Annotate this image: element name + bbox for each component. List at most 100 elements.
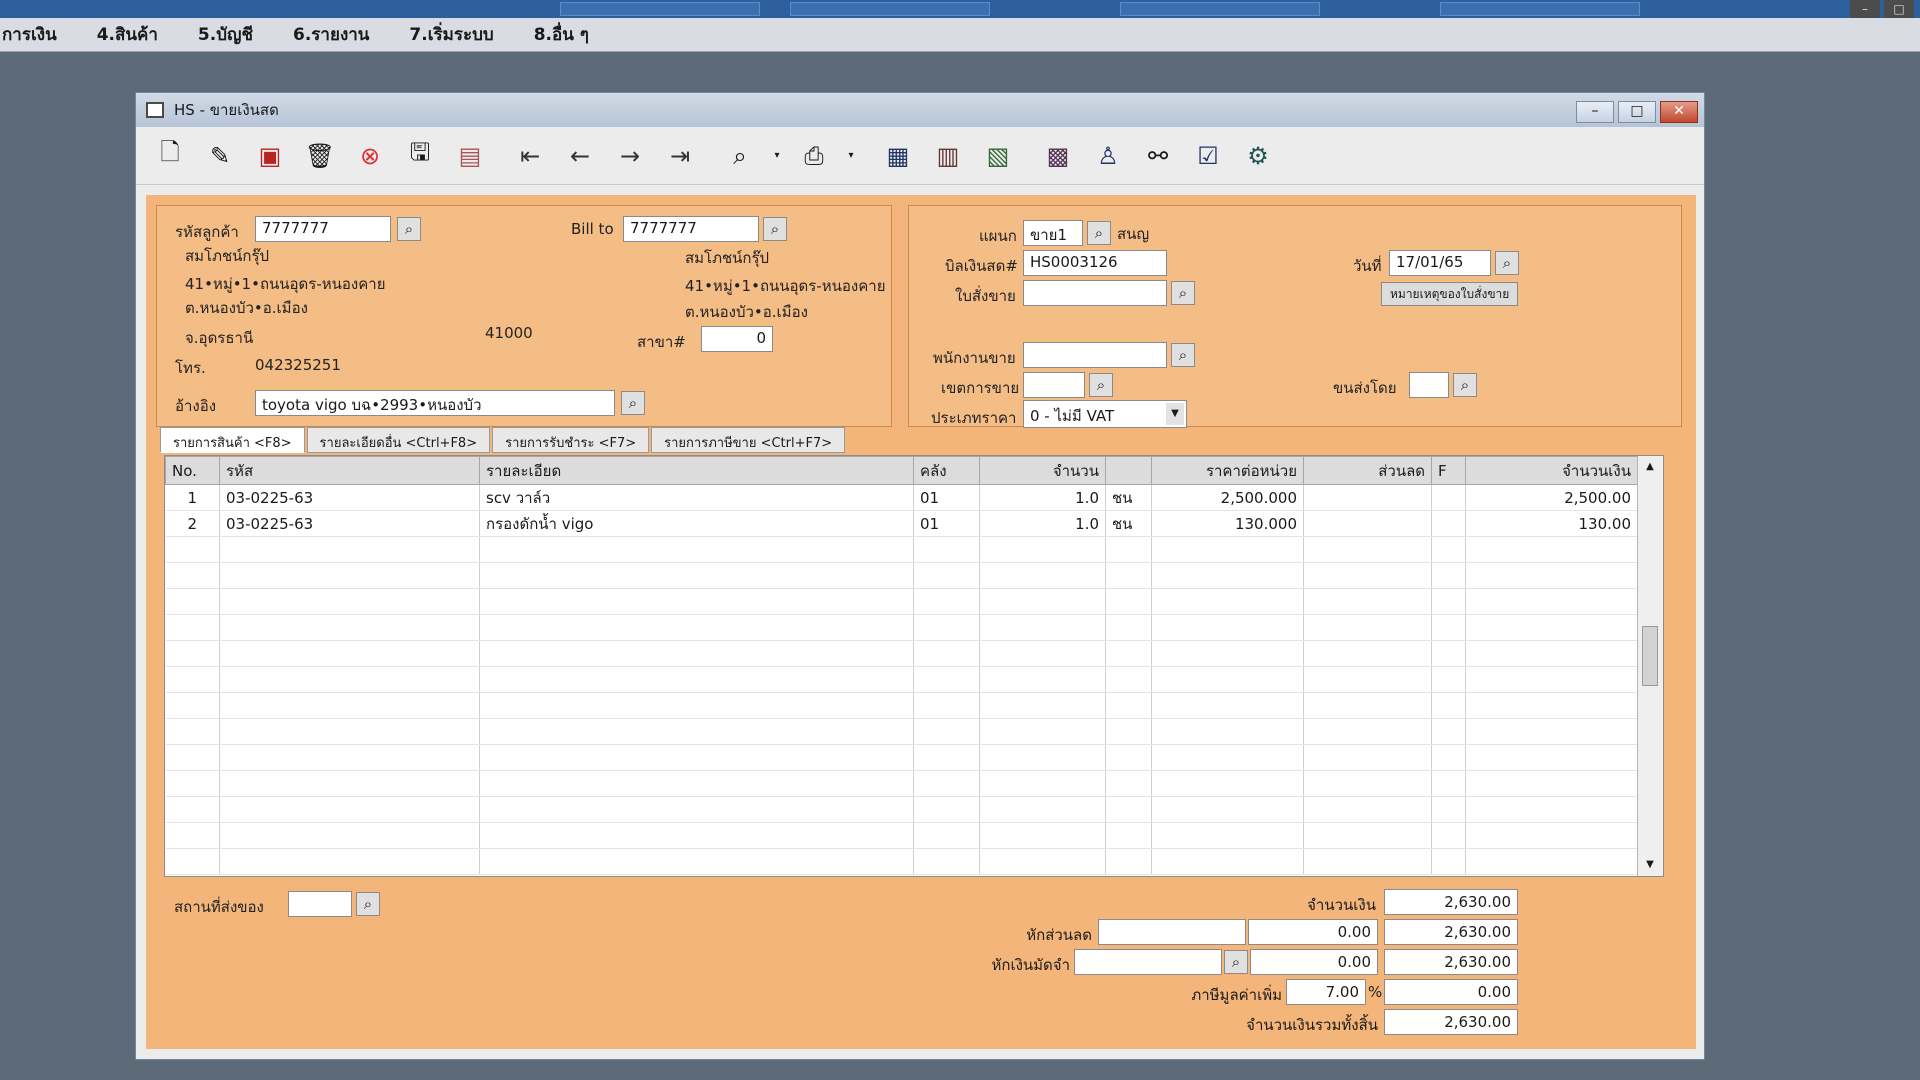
customer-search-icon[interactable]: ⌕ — [397, 217, 421, 241]
col-unit-price[interactable]: ราคาต่อหน่วย — [1151, 456, 1304, 485]
taskbar-item[interactable] — [1440, 2, 1640, 16]
reference-search-icon[interactable]: ⌕ — [621, 391, 645, 415]
tab-other-details[interactable]: รายละเอียดอื่น <Ctrl+F8> — [306, 427, 491, 453]
empty-row[interactable] — [165, 692, 1638, 719]
tab-payments[interactable]: รายการรับชำระ <F7> — [492, 427, 650, 453]
date-input[interactable]: 17/01/65 — [1389, 250, 1491, 276]
approve-icon[interactable]: ♙ — [1090, 138, 1126, 174]
settings-icon[interactable]: ⚙ — [1240, 138, 1276, 174]
empty-row[interactable] — [165, 822, 1638, 849]
row-flag[interactable] — [1431, 484, 1466, 511]
row-description[interactable]: scv วาล์ว — [479, 484, 914, 511]
scroll-thumb[interactable] — [1642, 626, 1658, 686]
app-minimize-button[interactable]: – — [1850, 0, 1880, 18]
col-code[interactable]: รหัส — [219, 456, 480, 485]
customer-code-input[interactable]: 7777777 — [255, 216, 391, 242]
table-row[interactable]: 1 03-0225-63 scv วาล์ว 01 1.0 ชน 2,500.0… — [165, 484, 1638, 511]
tab-sales-tax[interactable]: รายการภาษีขาย <Ctrl+F7> — [651, 427, 846, 453]
window-close-button[interactable]: ✕ — [1660, 101, 1698, 123]
salesman-search-icon[interactable]: ⌕ — [1171, 343, 1195, 367]
search-dropdown-icon[interactable]: ▾ — [772, 150, 782, 161]
col-discount[interactable]: ส่วนลด — [1303, 456, 1432, 485]
confirm-icon[interactable]: ☑ — [1190, 138, 1226, 174]
row-unit-price[interactable]: 2,500.000 — [1151, 484, 1304, 511]
link-icon[interactable]: ⚯ — [1140, 138, 1176, 174]
next-record-icon[interactable]: → — [612, 138, 648, 174]
empty-row[interactable] — [165, 744, 1638, 771]
empty-row[interactable] — [165, 562, 1638, 589]
window-maximize-button[interactable]: □ — [1618, 101, 1656, 123]
branch-input[interactable]: 0 — [701, 326, 773, 352]
scroll-up-icon[interactable]: ▲ — [1638, 456, 1662, 478]
row-quantity[interactable]: 1.0 — [979, 510, 1106, 537]
col-amount[interactable]: จำนวนเงิน — [1465, 456, 1638, 485]
scroll-down-icon[interactable]: ▼ — [1638, 854, 1662, 876]
vat-rate-input[interactable]: 7.00 — [1286, 979, 1366, 1005]
taskbar-item[interactable] — [560, 2, 760, 16]
window-titlebar[interactable]: HS - ขายเงินสด – □ ✕ — [136, 93, 1704, 127]
save-icon[interactable]: 🖫 — [402, 138, 438, 174]
last-record-icon[interactable]: ⇥ — [662, 138, 698, 174]
empty-row[interactable] — [165, 770, 1638, 797]
col-description[interactable]: รายละเอียด — [479, 456, 914, 485]
form-icon[interactable]: ▥ — [930, 138, 966, 174]
row-unit[interactable]: ชน — [1105, 510, 1152, 537]
price-type-select[interactable]: 0 - ไม่มี VAT ▼ — [1023, 400, 1187, 428]
sales-order-input[interactable] — [1023, 280, 1167, 306]
row-code[interactable]: 03-0225-63 — [219, 510, 480, 537]
col-unit[interactable] — [1105, 456, 1152, 485]
new-document-icon[interactable]: 🗋 — [152, 138, 188, 174]
app-maximize-button[interactable]: □ — [1884, 0, 1914, 18]
department-input[interactable]: ขาย1 — [1023, 220, 1083, 246]
row-unit-price[interactable]: 130.000 — [1151, 510, 1304, 537]
menu-accounting[interactable]: 5.บัญชี — [178, 21, 273, 48]
ship-by-input[interactable] — [1409, 372, 1449, 398]
print-icon[interactable]: ⎙ — [796, 138, 832, 174]
menu-other[interactable]: 8.อื่น ๆ — [514, 21, 609, 48]
row-quantity[interactable]: 1.0 — [979, 484, 1106, 511]
taskbar-item[interactable] — [1120, 2, 1320, 16]
previous-record-icon[interactable]: ← — [562, 138, 598, 174]
ship-by-search-icon[interactable]: ⌕ — [1453, 373, 1477, 397]
deposit-input[interactable] — [1074, 949, 1222, 975]
sales-area-search-icon[interactable]: ⌕ — [1089, 373, 1113, 397]
sales-area-input[interactable] — [1023, 372, 1085, 398]
row-description[interactable]: กรองดักน้ำ vigo — [479, 510, 914, 537]
empty-row[interactable] — [165, 666, 1638, 693]
sales-order-search-icon[interactable]: ⌕ — [1171, 281, 1195, 305]
cancel-icon[interactable]: ⊗ — [352, 138, 388, 174]
menu-products[interactable]: 4.สินค้า — [77, 21, 178, 48]
order-note-button[interactable]: หมายเหตุของใบสั่งขาย — [1381, 282, 1519, 306]
row-unit[interactable]: ชน — [1105, 484, 1152, 511]
chevron-down-icon[interactable]: ▼ — [1166, 403, 1184, 425]
table-row[interactable]: 2 03-0225-63 กรองดักน้ำ vigo 01 1.0 ชน 1… — [165, 510, 1638, 537]
empty-row[interactable] — [165, 848, 1638, 875]
empty-row[interactable] — [165, 640, 1638, 667]
department-search-icon[interactable]: ⌕ — [1087, 221, 1111, 245]
first-record-icon[interactable]: ⇤ — [512, 138, 548, 174]
col-no[interactable]: No. — [165, 456, 220, 485]
row-discount[interactable] — [1303, 510, 1432, 537]
menu-setup[interactable]: 7.เริ่มระบบ — [389, 21, 513, 48]
tab-items[interactable]: รายการสินค้า <F8> — [160, 427, 305, 453]
col-flag[interactable]: F — [1431, 456, 1466, 485]
col-warehouse[interactable]: คลัง — [913, 456, 980, 485]
bill-to-code-input[interactable]: 7777777 — [623, 216, 759, 242]
calendar-icon[interactable]: ▩ — [1040, 138, 1076, 174]
ship-place-search-icon[interactable]: ⌕ — [356, 892, 380, 916]
date-picker-icon[interactable]: ⌕ — [1495, 251, 1519, 275]
deposit-search-icon[interactable]: ⌕ — [1224, 950, 1248, 974]
delete-icon[interactable]: 🗑 — [302, 138, 338, 174]
row-flag[interactable] — [1431, 510, 1466, 537]
report-icon[interactable]: ▧ — [980, 138, 1016, 174]
reference-input[interactable]: toyota vigo บฉ•2993•หนองบัว — [255, 390, 615, 416]
edit-icon[interactable]: ✎ — [202, 138, 238, 174]
empty-row[interactable] — [165, 614, 1638, 641]
cash-bill-input[interactable]: HS0003126 — [1023, 250, 1167, 276]
print-dropdown-icon[interactable]: ▾ — [846, 150, 856, 161]
window-minimize-button[interactable]: – — [1576, 101, 1614, 123]
empty-row[interactable] — [165, 796, 1638, 823]
row-warehouse[interactable]: 01 — [913, 510, 980, 537]
col-quantity[interactable]: จำนวน — [979, 456, 1106, 485]
ship-place-input[interactable] — [288, 891, 352, 917]
